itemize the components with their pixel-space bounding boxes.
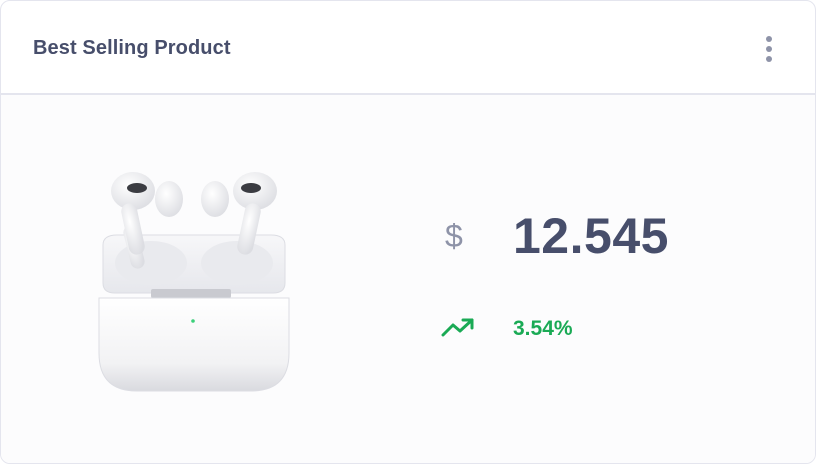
dollar-icon: $ [445,218,463,254]
card-header: Best Selling Product [1,1,815,95]
more-options-button[interactable] [759,33,779,65]
card-title: Best Selling Product [33,37,231,59]
trend-percent: 3.54% [513,317,573,340]
airpods-pro-image [89,165,299,395]
price-value: 12.545 [513,208,669,264]
more-vertical-icon [766,36,772,62]
trending-up-icon [441,317,475,339]
best-selling-product-card: Best Selling Product $ 12.545 3.54% [0,0,816,464]
card-body: $ 12.545 3.54% [1,95,815,463]
